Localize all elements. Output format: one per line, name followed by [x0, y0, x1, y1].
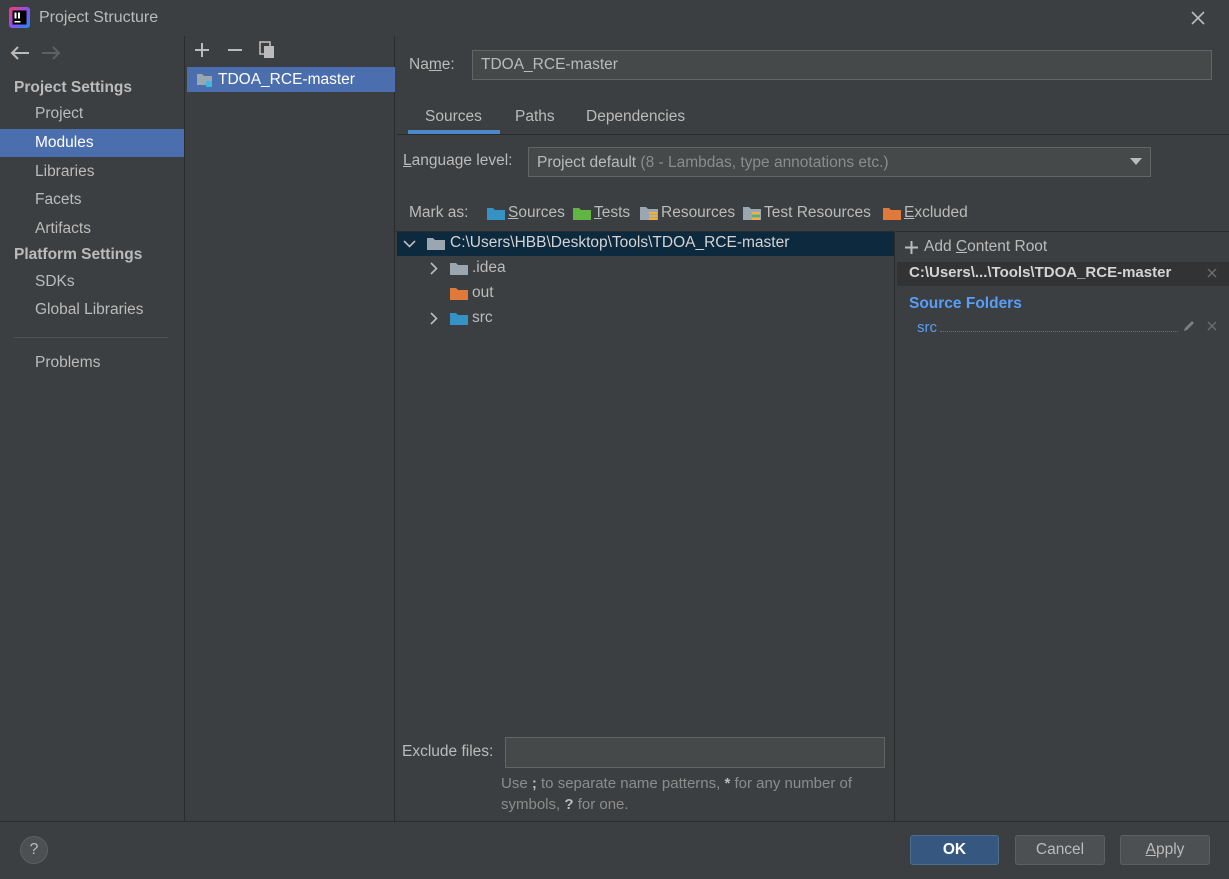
nav-item-project[interactable]: Project	[0, 100, 184, 128]
nav-item-modules[interactable]: Modules	[0, 129, 184, 157]
mark-as-resources-label: Resources	[661, 204, 736, 221]
chevron-right-icon[interactable]	[427, 312, 440, 325]
source-folder-leader	[940, 331, 1178, 332]
excluded-folder-icon	[883, 206, 904, 221]
folder-icon	[427, 236, 445, 251]
nav-item-facets[interactable]: Facets	[0, 186, 184, 214]
sources-folder-icon	[487, 206, 508, 221]
add-icon[interactable]	[192, 40, 212, 60]
source-folder-item[interactable]: src	[917, 319, 937, 336]
mark-as-tests-button[interactable]: Tests	[573, 203, 630, 223]
source-folders-title: Source Folders	[909, 295, 1022, 312]
nav-item-sdks[interactable]: SDKs	[0, 268, 184, 296]
content-roots-panel	[896, 231, 1229, 821]
src-folder-icon	[450, 311, 468, 326]
nav-item-libraries[interactable]: Libraries	[0, 158, 184, 186]
tabs-divider	[397, 134, 1229, 135]
ok-button[interactable]: OK	[910, 835, 999, 865]
forward-arrow-icon[interactable]	[40, 45, 62, 61]
content-root-tree	[396, 231, 895, 821]
intellij-logo-icon	[9, 7, 30, 28]
help-button[interactable]: ?	[20, 836, 48, 864]
add-content-root-label: Add Content Root	[924, 238, 1048, 255]
mark-as-sources-button[interactable]: Sources	[487, 203, 565, 223]
chevron-down-icon[interactable]	[403, 237, 416, 250]
module-folder-icon	[196, 71, 214, 88]
title-bar	[0, 0, 1229, 36]
exclude-files-input[interactable]	[505, 737, 885, 768]
test-resources-folder-icon	[743, 205, 764, 221]
language-level-label: Language level:	[403, 152, 513, 169]
add-content-root-button[interactable]: Add Content Root	[905, 238, 1047, 256]
tree-root-label: C:\Users\HBB\Desktop\Tools\TDOA_RCE-mast…	[450, 234, 790, 251]
tests-folder-icon	[573, 206, 594, 221]
mark-as-sources-label: Sources	[508, 204, 565, 221]
tree-item-src[interactable]: src	[472, 309, 493, 327]
active-tab-indicator	[408, 130, 500, 134]
close-icon[interactable]	[1188, 8, 1208, 28]
tree-item-idea[interactable]: .idea	[472, 259, 506, 277]
module-name-field[interactable]: TDOA_RCE-master	[472, 50, 1212, 80]
remove-content-root-icon[interactable]	[1206, 267, 1218, 279]
mark-as-test-resources-button[interactable]: Test Resources	[743, 203, 871, 223]
tab-sources[interactable]: Sources	[425, 108, 482, 126]
nav-item-global-libraries[interactable]: Global Libraries	[0, 296, 184, 324]
exclude-files-hint: Use ; to separate name patterns, * for a…	[501, 775, 853, 813]
chevron-right-icon[interactable]	[427, 262, 440, 275]
mark-as-label: Mark as:	[409, 204, 469, 221]
mark-as-test-resources-label: Test Resources	[764, 204, 871, 221]
idea-folder-icon	[450, 261, 468, 276]
tab-dependencies[interactable]: Dependencies	[586, 108, 685, 126]
mark-as-excluded-button[interactable]: Excluded	[883, 203, 968, 223]
mark-as-tests-label: Tests	[594, 204, 631, 221]
nav-item-artifacts[interactable]: Artifacts	[0, 215, 184, 243]
back-arrow-icon[interactable]	[9, 45, 31, 61]
resources-folder-icon	[640, 205, 661, 221]
plus-icon	[905, 240, 918, 254]
apply-button[interactable]: Apply	[1120, 835, 1210, 865]
window-title: Project Structure	[39, 9, 159, 26]
nav-section-platform-settings: Platform Settings	[14, 246, 143, 263]
remove-source-folder-icon[interactable]	[1206, 320, 1218, 332]
nav-item-problems[interactable]: Problems	[0, 349, 184, 377]
dropdown-arrow-icon	[1130, 158, 1142, 166]
module-name-label: TDOA_RCE-master	[218, 71, 355, 88]
name-label: Name:	[409, 56, 455, 73]
mark-as-resources-button[interactable]: Resources	[640, 203, 735, 223]
content-root-path: C:\Users\...\Tools\TDOA_RCE-master	[909, 264, 1172, 281]
edit-pencil-icon[interactable]	[1182, 319, 1196, 333]
nav-divider	[14, 337, 168, 338]
nav-section-project-settings: Project Settings	[14, 79, 132, 96]
language-level-dropdown[interactable]: Project default (8 - Lambdas, type annot…	[528, 147, 1151, 177]
tree-item-out[interactable]: out	[472, 284, 494, 302]
module-list-panel	[186, 36, 395, 821]
mark-as-excluded-label: Excluded	[904, 204, 968, 221]
exclude-files-label: Exclude files:	[402, 743, 494, 760]
out-folder-icon	[450, 286, 468, 301]
copy-icon[interactable]	[257, 40, 277, 60]
remove-icon[interactable]	[225, 40, 245, 60]
cancel-button[interactable]: Cancel	[1015, 835, 1105, 865]
tab-paths[interactable]: Paths	[515, 108, 555, 126]
